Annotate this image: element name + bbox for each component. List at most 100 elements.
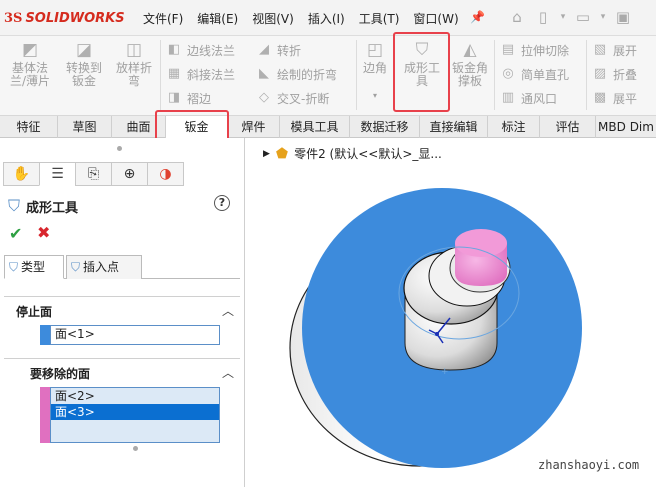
cross-break-button[interactable]: ◇ 交叉-折断 <box>256 88 329 108</box>
tab-evaluate[interactable]: 评估 <box>540 116 596 138</box>
extruded-cut-label: 拉伸切除 <box>521 43 570 58</box>
origin-marker: + <box>441 367 449 377</box>
selection-item-selected[interactable]: 面<3> <box>51 404 219 420</box>
unfold-button[interactable]: ▧ 展开 <box>592 40 637 60</box>
new-dropdown-icon[interactable]: ▾ <box>559 7 567 27</box>
dimxpert-manager-tab-icon[interactable]: ⊕ <box>111 162 148 186</box>
save-icon[interactable]: ▣ <box>613 7 633 27</box>
menu-file[interactable]: 文件(F) <box>143 10 183 27</box>
tab-direct-editing[interactable]: 直接编辑 <box>420 116 488 138</box>
tab-data-migration[interactable]: 数据迁移 <box>350 116 420 138</box>
corners-button[interactable]: ◰ 边角 ▾ <box>360 40 390 102</box>
jog-label: 转折 <box>277 43 302 58</box>
faces-to-remove-group: 要移除的面 ︿ 面<2> 面<3> <box>4 358 240 448</box>
convert-sheet-metal-icon: ◪ <box>75 40 93 60</box>
model-render[interactable]: + <box>245 138 656 487</box>
sheet-metal-gusset-button[interactable]: ◭ 钣金角撑板 <box>448 40 492 88</box>
stop-face-selection-box[interactable]: 面<1> <box>50 325 220 345</box>
quick-access-toolbar: ⌂ ▯ ▾ ▭ ▾ ▣ <box>507 7 633 27</box>
ok-check-icon[interactable]: ✔ <box>9 224 22 243</box>
menu-items: 文件(F) 编辑(E) 视图(V) 插入(I) 工具(T) 窗口(W) <box>143 10 473 27</box>
pin-icon[interactable]: 📌 <box>470 10 485 24</box>
flatten-button[interactable]: ▩ 展平 <box>592 88 637 108</box>
graphics-area[interactable]: ▶ ⬟ 零件2 (默认<<默认>_显... + <box>245 138 656 487</box>
open-dropdown-icon[interactable]: ▾ <box>599 7 607 27</box>
display-manager-tab-icon[interactable]: ◑ <box>147 162 184 186</box>
unfold-label: 展开 <box>613 43 638 58</box>
tab-mold-tools[interactable]: 模具工具 <box>280 116 350 138</box>
simple-hole-button[interactable]: ◎ 简单直孔 <box>500 64 569 84</box>
faces-to-remove-selection-box[interactable]: 面<2> 面<3> <box>50 387 220 443</box>
edge-flange-button[interactable]: ◧ 边线法兰 <box>166 40 235 60</box>
selection-item[interactable]: 面<2> <box>51 388 219 404</box>
vent-label: 通风口 <box>521 91 558 106</box>
property-manager-tab-icon[interactable]: ☰ <box>39 162 76 186</box>
gusset-icon: ◭ <box>463 40 477 60</box>
feature-manager-tab-icon[interactable]: ✋ <box>3 162 40 186</box>
faces-to-remove-title: 要移除的面 <box>30 367 91 381</box>
fold-label: 折叠 <box>613 67 638 82</box>
tab-features[interactable]: 特征 <box>0 116 58 138</box>
cancel-x-icon[interactable]: ✖ <box>37 223 50 242</box>
watermark-text: zhanshaoyi.com <box>538 458 640 472</box>
base-flange-button[interactable]: ◩ 基体法兰/薄片 <box>6 40 54 88</box>
home-icon[interactable]: ⌂ <box>507 7 527 27</box>
corners-label: 边角 <box>362 61 387 75</box>
new-document-icon[interactable]: ▯ <box>533 7 553 27</box>
corners-dropdown-icon[interactable]: ▾ <box>360 89 390 102</box>
jog-button[interactable]: ◢ 转折 <box>256 40 301 60</box>
subtab-type[interactable]: ⛉ 类型 <box>4 255 64 279</box>
ribbon-separator <box>160 40 161 110</box>
solidworks-logo[interactable]: 3S SOLIDWORKS <box>4 9 125 27</box>
lofted-bend-button[interactable]: ◫ 放样折弯 <box>112 40 156 88</box>
subtab-type-label: 类型 <box>21 260 46 274</box>
simple-hole-label: 简单直孔 <box>521 67 570 82</box>
menu-tools[interactable]: 工具(T) <box>359 10 400 27</box>
open-folder-icon[interactable]: ▭ <box>573 7 593 27</box>
selection-item[interactable]: 面<1> <box>51 326 219 342</box>
forming-tool-subtabs: ⛉ 类型 ⛉ 插入点 <box>4 255 240 279</box>
brand-name: SOLIDWORKS <box>25 10 125 26</box>
convert-sheet-label: 转换到钣金 <box>65 61 102 88</box>
miter-flange-label: 斜接法兰 <box>187 67 236 82</box>
sketched-bend-button[interactable]: ◣ 绘制的折弯 <box>256 64 337 84</box>
collapse-chevron-icon[interactable]: ︿ <box>222 302 234 319</box>
vent-icon: ▥ <box>501 90 515 105</box>
extruded-cut-button[interactable]: ▤ 拉伸切除 <box>500 40 569 60</box>
extruded-cut-icon: ▤ <box>501 42 515 57</box>
flatten-label: 展平 <box>613 91 638 106</box>
subtab-insertion-label: 插入点 <box>83 260 120 274</box>
subtab-insertion-point[interactable]: ⛉ 插入点 <box>66 255 142 279</box>
list-resize-handle[interactable] <box>133 446 138 451</box>
menu-edit[interactable]: 编辑(E) <box>197 10 238 27</box>
menu-window[interactable]: 窗口(W) <box>413 10 458 27</box>
type-tab-icon: ⛉ <box>9 260 19 274</box>
panel-collapse-handle[interactable] <box>117 146 122 151</box>
miter-flange-button[interactable]: ▦ 斜接法兰 <box>166 64 235 84</box>
tab-weldments[interactable]: 焊件 <box>228 116 280 138</box>
fold-button[interactable]: ▨ 折叠 <box>592 64 637 84</box>
vent-button[interactable]: ▥ 通风口 <box>500 88 557 108</box>
gusset-label: 钣金角撑板 <box>451 61 488 88</box>
menu-insert[interactable]: 插入(I) <box>308 10 345 27</box>
command-manager-ribbon: ◩ 基体法兰/薄片 ◪ 转换到钣金 ◫ 放样折弯 ◧ 边线法兰 ▦ 斜接法兰 ◨ 褶边… <box>0 36 656 116</box>
unfold-icon: ▧ <box>593 42 607 57</box>
lofted-bend-icon: ◫ <box>125 40 143 60</box>
stop-face-color-swatch <box>40 325 50 345</box>
menu-view[interactable]: 视图(V) <box>252 10 294 27</box>
tab-markup[interactable]: 标注 <box>488 116 540 138</box>
corner-icon: ◰ <box>366 40 384 60</box>
flatten-icon: ▩ <box>593 90 607 105</box>
tab-mbd-dimensions[interactable]: MBD Dim <box>596 116 656 138</box>
collapse-chevron-icon[interactable]: ︿ <box>222 364 234 381</box>
forming-tool-icon: ⛉ <box>8 196 21 215</box>
help-icon[interactable]: ? <box>214 195 230 211</box>
pink-removed-face[interactable] <box>455 229 507 286</box>
hem-button[interactable]: ◨ 褶边 <box>166 88 211 108</box>
configuration-manager-tab-icon[interactable]: ⎘ <box>75 162 112 186</box>
tab-sketch[interactable]: 草图 <box>58 116 112 138</box>
stop-face-title: 停止面 <box>16 305 53 319</box>
base-flange-label: 基体法兰/薄片 <box>9 61 51 88</box>
jog-icon: ◢ <box>259 42 269 57</box>
convert-to-sheet-metal-button[interactable]: ◪ 转换到钣金 <box>62 40 106 88</box>
